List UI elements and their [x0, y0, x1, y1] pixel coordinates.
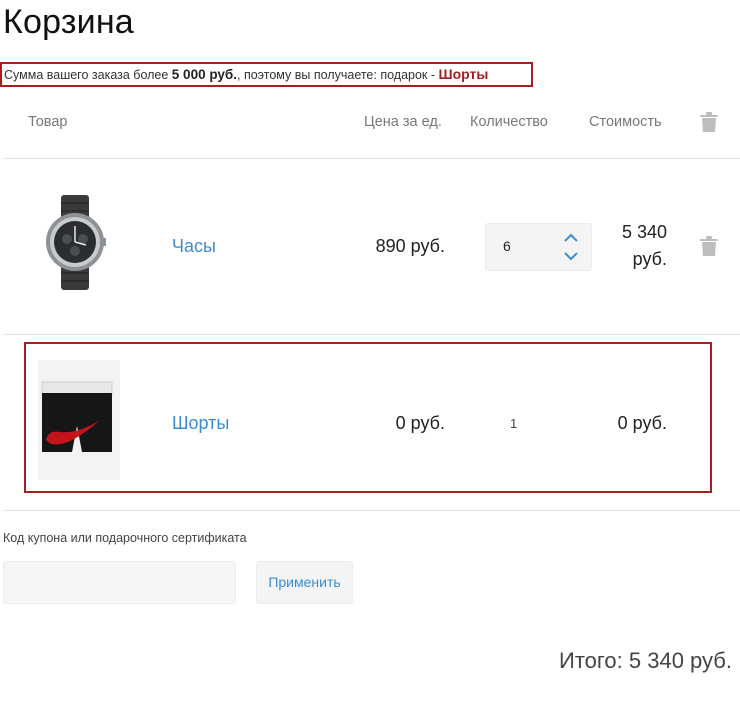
product-cost: 0 руб. — [617, 413, 667, 433]
divider — [3, 510, 740, 511]
gift-row: Шорты 0 руб. 1 0 руб. — [24, 342, 712, 493]
watch-image[interactable] — [44, 195, 106, 290]
divider — [3, 158, 740, 159]
quantity-value[interactable]: 6 — [503, 238, 511, 254]
notice-threshold: 5 000 руб. — [171, 67, 237, 82]
trash-icon[interactable] — [700, 236, 718, 256]
divider — [3, 334, 740, 335]
table-header: Товар Цена за ед. Количество Стоимость — [0, 108, 740, 136]
header-quantity: Количество — [470, 114, 548, 130]
order-total: Итого: 5 340 руб. — [559, 648, 732, 673]
product-name-link[interactable]: Шорты — [172, 413, 229, 434]
gift-notice: Сумма вашего заказа более 5 000 руб., по… — [0, 62, 533, 87]
header-product: Товар — [28, 114, 68, 130]
notice-gift-name: Шорты — [438, 66, 489, 82]
header-cost: Стоимость — [589, 114, 662, 130]
coupon-label: Код купона или подарочного сертификата — [3, 531, 247, 545]
page-title: Корзина — [3, 3, 134, 41]
product-price: 890 руб. — [375, 236, 445, 256]
product-cost: 5 340 руб. — [570, 219, 667, 273]
product-cost-amount: 5 340 — [621, 222, 667, 242]
product-cost-currency: руб. — [632, 249, 667, 269]
product-price: 0 руб. — [395, 413, 445, 433]
product-name-link[interactable]: Часы — [172, 236, 216, 257]
shorts-image[interactable] — [38, 360, 120, 480]
notice-middle: , поэтому вы получаете: подарок - — [237, 68, 439, 82]
header-price: Цена за ед. — [364, 114, 442, 130]
notice-prefix: Сумма вашего заказа более — [4, 68, 172, 82]
trash-icon[interactable] — [700, 112, 718, 136]
quantity-value: 1 — [510, 416, 518, 431]
coupon-input[interactable] — [3, 561, 236, 604]
apply-coupon-button[interactable]: Применить — [256, 561, 353, 604]
